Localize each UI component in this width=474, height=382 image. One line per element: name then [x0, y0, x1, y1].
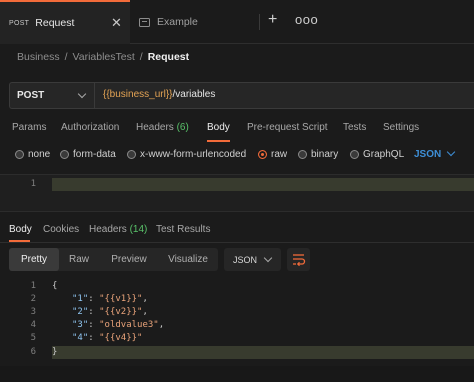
- url-path: /variables: [172, 89, 216, 100]
- radio-raw[interactable]: [258, 150, 267, 159]
- response-tab-headers-label: Headers: [89, 224, 127, 235]
- wrap-lines-icon: [293, 254, 306, 267]
- line-number: 4: [30, 320, 36, 330]
- chevron-down-icon: [446, 147, 456, 157]
- response-tab-test-results[interactable]: Test Results: [156, 224, 210, 235]
- json-key: "3": [72, 320, 89, 330]
- code-line: "4": "{{v4}}": [72, 333, 143, 343]
- line-number: 2: [30, 294, 36, 304]
- tab-method-label: POST: [9, 19, 30, 27]
- radio-label-form-data: form-data: [73, 149, 116, 160]
- more-options-icon[interactable]: ooo: [295, 12, 318, 27]
- line-number: 3: [30, 307, 36, 317]
- footer-area: [0, 366, 474, 382]
- breadcrumb-separator: /: [64, 51, 68, 63]
- radio-label-graphql: GraphQL: [363, 149, 405, 160]
- view-preview-button[interactable]: Preview: [104, 248, 154, 271]
- code-line: "1": "{{v1}}",: [72, 294, 148, 304]
- radio-form-data[interactable]: [60, 150, 69, 159]
- json-value: "oldvalue3": [99, 320, 159, 330]
- url-variable: {{business_url}}: [103, 89, 173, 100]
- radio-label-raw: raw: [271, 149, 288, 160]
- radio-none[interactable]: [15, 150, 24, 159]
- json-value: "{{v1}}": [99, 294, 143, 304]
- code-line: "2": "{{v2}}",: [72, 307, 148, 317]
- headers-count: (6): [176, 122, 189, 133]
- radio-label-binary: binary: [311, 149, 339, 160]
- json-value: "{{v2}}": [99, 307, 143, 317]
- response-tab-body[interactable]: Body: [9, 224, 32, 235]
- tab-params[interactable]: Params: [12, 122, 46, 133]
- breadcrumb-item-collection[interactable]: VariablesTest: [73, 51, 135, 63]
- tab-body[interactable]: Body: [207, 122, 230, 133]
- body-format-select[interactable]: JSON: [414, 149, 441, 160]
- active-line-highlight: [52, 178, 474, 191]
- breadcrumb-separator: /: [139, 51, 143, 63]
- view-pretty-button[interactable]: Pretty: [9, 248, 59, 271]
- method-select[interactable]: POST: [9, 82, 95, 109]
- method-label: POST: [17, 90, 45, 101]
- chevron-down-icon: [263, 253, 273, 263]
- page-title[interactable]: Request: [148, 51, 189, 63]
- breadcrumb: Business / VariablesTest / Request: [17, 50, 189, 64]
- url-input[interactable]: {{business_url}}/variables: [103, 89, 215, 100]
- line-number: 6: [30, 347, 36, 357]
- active-tab-indicator: [207, 140, 230, 142]
- close-icon[interactable]: ✕: [111, 15, 122, 31]
- tab-title: Request: [35, 17, 75, 29]
- new-tab-icon[interactable]: +: [268, 11, 277, 29]
- tab-request[interactable]: POST Request ✕: [0, 0, 130, 44]
- json-key: "2": [72, 307, 89, 317]
- response-format-select[interactable]: JSON: [224, 248, 281, 271]
- tab-title: Example: [157, 16, 198, 28]
- view-raw-button[interactable]: Raw: [62, 248, 96, 271]
- tab-authorization[interactable]: Authorization: [61, 122, 119, 133]
- radio-graphql[interactable]: [350, 150, 359, 159]
- tab-example[interactable]: Example: [131, 0, 259, 44]
- response-tab-headers[interactable]: Headers (14): [89, 224, 147, 235]
- tab-headers[interactable]: Headers (6): [136, 122, 189, 133]
- line-number: 1: [30, 281, 36, 291]
- tab-divider: [259, 14, 260, 30]
- json-key: "1": [72, 294, 89, 304]
- tab-settings[interactable]: Settings: [383, 122, 419, 133]
- code-line: }: [52, 347, 58, 357]
- code-line: "3": "oldvalue3",: [72, 320, 165, 330]
- radio-binary[interactable]: [298, 150, 307, 159]
- response-headers-count: (14): [129, 224, 148, 235]
- code-line: {: [52, 281, 58, 291]
- active-line-highlight: [52, 346, 474, 359]
- line-number: 5: [30, 333, 36, 343]
- chevron-down-icon: [77, 89, 87, 99]
- response-tab-cookies[interactable]: Cookies: [43, 224, 79, 235]
- view-visualize-button[interactable]: Visualize: [160, 248, 216, 271]
- tab-tests[interactable]: Tests: [343, 122, 366, 133]
- breadcrumb-item-business[interactable]: Business: [17, 51, 60, 63]
- tab-pre-request-script[interactable]: Pre-request Script: [247, 122, 328, 133]
- wrap-lines-button[interactable]: [287, 248, 310, 271]
- response-format-label: JSON: [233, 254, 258, 265]
- radio-label-urlencoded: x-www-form-urlencoded: [140, 149, 247, 160]
- example-icon: [139, 17, 150, 27]
- divider: [0, 242, 474, 243]
- radio-urlencoded[interactable]: [127, 150, 136, 159]
- json-key: "4": [72, 333, 89, 343]
- tab-headers-label: Headers: [136, 122, 174, 133]
- line-number: 1: [30, 179, 36, 189]
- json-value: "{{v4}}": [99, 333, 143, 343]
- radio-label-none: none: [28, 149, 51, 160]
